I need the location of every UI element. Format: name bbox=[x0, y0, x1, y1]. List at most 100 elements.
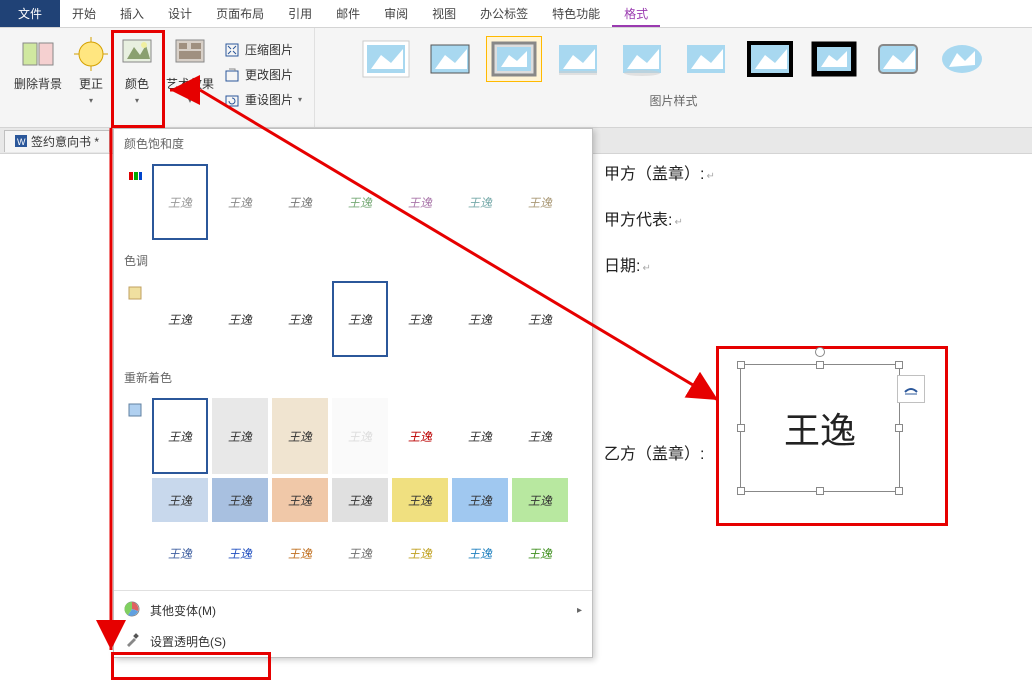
recolor-dark5[interactable]: 王逸 bbox=[392, 526, 448, 580]
corrections-icon bbox=[74, 37, 108, 71]
resize-handle-nw[interactable] bbox=[737, 361, 745, 369]
recolor-dark4[interactable]: 王逸 bbox=[332, 526, 388, 580]
tone-swatch-6[interactable]: 王逸 bbox=[452, 281, 508, 357]
reset-picture-button[interactable]: 重设图片 ▾ bbox=[220, 89, 306, 110]
menu-design[interactable]: 设计 bbox=[156, 0, 204, 27]
saturation-swatch-3[interactable]: 王逸 bbox=[272, 164, 328, 240]
color-label: 颜色 bbox=[125, 75, 149, 92]
recolor-dark1[interactable]: 王逸 bbox=[152, 526, 208, 580]
recolor-accent7[interactable]: 王逸 bbox=[512, 478, 568, 522]
picture-style-7[interactable] bbox=[742, 36, 798, 82]
menu-layout[interactable]: 页面布局 bbox=[204, 0, 276, 27]
saturation-swatch-6[interactable]: 王逸 bbox=[452, 164, 508, 240]
menu-office-tab[interactable]: 办公标签 bbox=[468, 0, 540, 27]
menu-mailings[interactable]: 邮件 bbox=[324, 0, 372, 27]
saturation-swatch-1[interactable]: 王逸 bbox=[152, 164, 208, 240]
tone-swatch-7[interactable]: 王逸 bbox=[512, 281, 568, 357]
document-tab[interactable]: W 签约意向书 * bbox=[4, 130, 110, 152]
recolor-accent2[interactable]: 王逸 bbox=[212, 478, 268, 522]
compress-pictures-button[interactable]: 压缩图片 bbox=[220, 39, 306, 60]
chevron-down-icon: ▾ bbox=[188, 96, 192, 105]
menu-references[interactable]: 引用 bbox=[276, 0, 324, 27]
recolor-accent6[interactable]: 王逸 bbox=[452, 478, 508, 522]
compress-icon bbox=[224, 42, 240, 58]
menu-review[interactable]: 审阅 bbox=[372, 0, 420, 27]
picture-style-9[interactable] bbox=[870, 36, 926, 82]
resize-handle-ne[interactable] bbox=[895, 361, 903, 369]
party-a-rep-line: 甲方代表:↵ bbox=[604, 206, 1024, 230]
word-doc-icon: W bbox=[15, 135, 27, 147]
tone-swatch-3[interactable]: 王逸 bbox=[272, 281, 328, 357]
saturation-swatch-5[interactable]: 王逸 bbox=[392, 164, 448, 240]
reset-pic-label: 重设图片 bbox=[245, 91, 293, 108]
inserted-signature-image[interactable]: 王逸 bbox=[740, 364, 900, 492]
picture-style-6[interactable] bbox=[678, 36, 734, 82]
recolor-washout[interactable]: 王逸 bbox=[332, 398, 388, 474]
recolor-gray[interactable]: 王逸 bbox=[212, 398, 268, 474]
menu-view[interactable]: 视图 bbox=[420, 0, 468, 27]
change-picture-button[interactable]: 更改图片 bbox=[220, 64, 306, 85]
tone-swatch-1[interactable]: 王逸 bbox=[152, 281, 208, 357]
saturation-swatch-2[interactable]: 王逸 bbox=[212, 164, 268, 240]
resize-handle-sw[interactable] bbox=[737, 487, 745, 495]
remove-background-button[interactable]: 删除背景 bbox=[8, 33, 68, 121]
resize-handle-se[interactable] bbox=[895, 487, 903, 495]
resize-handle-w[interactable] bbox=[737, 424, 745, 432]
saturation-swatch-7[interactable]: 王逸 bbox=[512, 164, 568, 240]
set-transparent-label: 设置透明色(S) bbox=[150, 633, 226, 650]
recolor-accent1[interactable]: 王逸 bbox=[152, 478, 208, 522]
menu-insert[interactable]: 插入 bbox=[108, 0, 156, 27]
menu-special[interactable]: 特色功能 bbox=[540, 0, 612, 27]
recolor-bw50[interactable]: 王逸 bbox=[452, 398, 508, 474]
other-variants-label: 其他变体(M) bbox=[150, 602, 216, 619]
date-line: 日期:↵ bbox=[604, 252, 1024, 276]
svg-text:W: W bbox=[17, 137, 26, 147]
tone-swatch-4[interactable]: 王逸 bbox=[332, 281, 388, 357]
rotation-handle[interactable] bbox=[815, 347, 825, 357]
picture-style-2[interactable] bbox=[422, 36, 478, 82]
picture-style-4[interactable] bbox=[550, 36, 606, 82]
corrections-button[interactable]: 更正 ▾ bbox=[68, 33, 114, 121]
recolor-bw25[interactable]: 王逸 bbox=[392, 398, 448, 474]
chevron-down-icon: ▾ bbox=[298, 95, 302, 104]
picture-style-5[interactable] bbox=[614, 36, 670, 82]
resize-handle-e[interactable] bbox=[895, 424, 903, 432]
layout-options-icon bbox=[902, 380, 920, 398]
picture-style-10[interactable] bbox=[934, 36, 990, 82]
recolor-accent5[interactable]: 王逸 bbox=[392, 478, 448, 522]
menu-format[interactable]: 格式 bbox=[612, 0, 660, 27]
compress-label: 压缩图片 bbox=[245, 41, 293, 58]
change-pic-icon bbox=[224, 67, 240, 83]
color-button[interactable]: 颜色 ▾ bbox=[114, 33, 160, 121]
picture-style-8[interactable] bbox=[806, 36, 862, 82]
recolor-dark3[interactable]: 王逸 bbox=[272, 526, 328, 580]
resize-handle-s[interactable] bbox=[816, 487, 824, 495]
saturation-swatch-4[interactable]: 王逸 bbox=[332, 164, 388, 240]
remove-bg-label: 删除背景 bbox=[14, 75, 62, 92]
recolor-accent4[interactable]: 王逸 bbox=[332, 478, 388, 522]
recolor-accent3[interactable]: 王逸 bbox=[272, 478, 328, 522]
signature-text: 王逸 bbox=[741, 365, 899, 491]
party-a-seal-line: 甲方（盖章）:↵ bbox=[604, 160, 1024, 184]
tone-swatch-5[interactable]: 王逸 bbox=[392, 281, 448, 357]
recolor-sepia[interactable]: 王逸 bbox=[272, 398, 328, 474]
recolor-dark6[interactable]: 王逸 bbox=[452, 526, 508, 580]
picture-style-3[interactable] bbox=[486, 36, 542, 82]
recolor-bw75[interactable]: 王逸 bbox=[512, 398, 568, 474]
set-transparent-menuitem[interactable]: 设置透明色(S) bbox=[114, 626, 592, 657]
menu-file[interactable]: 文件 bbox=[0, 0, 60, 27]
recolor-dark2[interactable]: 王逸 bbox=[212, 526, 268, 580]
recolor-info-icon bbox=[120, 396, 150, 582]
resize-handle-n[interactable] bbox=[816, 361, 824, 369]
recolor-dark7[interactable]: 王逸 bbox=[512, 526, 568, 580]
picture-styles-label: 图片样式 bbox=[650, 92, 698, 109]
tone-swatch-2[interactable]: 王逸 bbox=[212, 281, 268, 357]
picture-style-1[interactable] bbox=[358, 36, 414, 82]
recolor-none[interactable]: 王逸 bbox=[152, 398, 208, 474]
artistic-label: 艺术效果 bbox=[166, 75, 214, 92]
other-variants-menuitem[interactable]: 其他变体(M) ▸ bbox=[114, 595, 592, 626]
corrections-label: 更正 bbox=[79, 75, 103, 92]
artistic-effects-button[interactable]: 艺术效果 ▾ bbox=[160, 33, 220, 121]
layout-options-button[interactable] bbox=[897, 375, 925, 403]
menu-home[interactable]: 开始 bbox=[60, 0, 108, 27]
